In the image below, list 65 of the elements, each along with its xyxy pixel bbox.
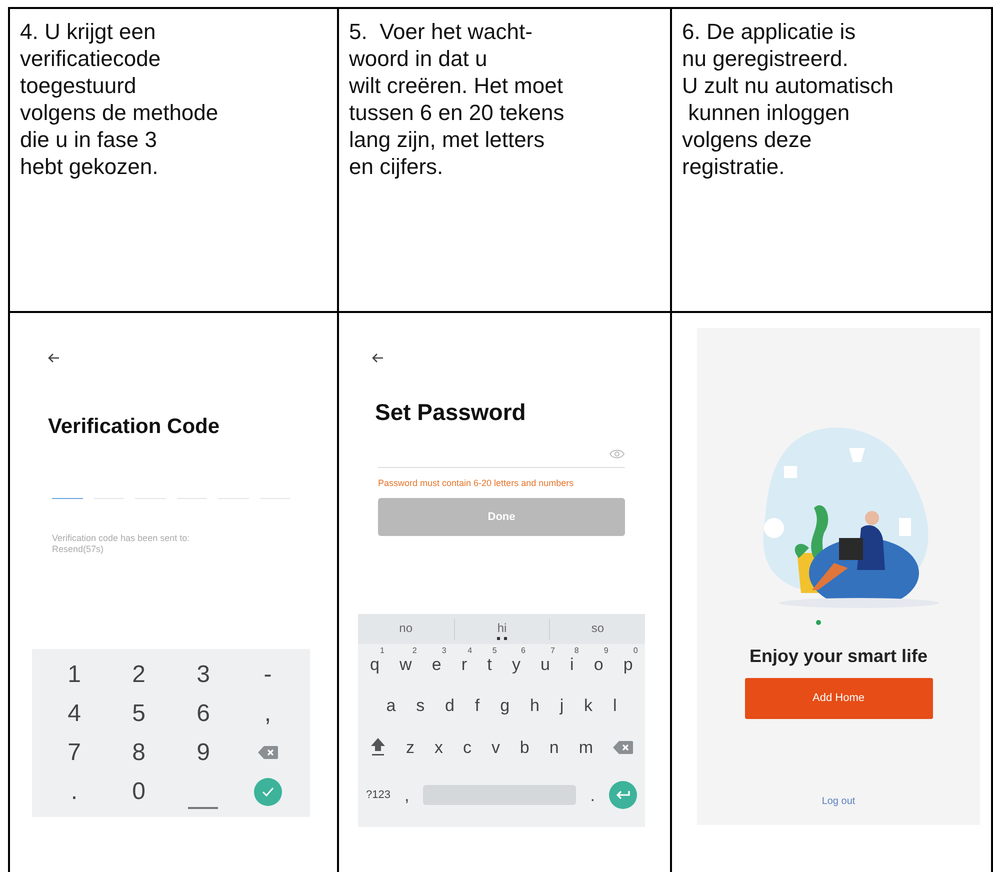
keypad-key[interactable]: 0 (132, 780, 146, 804)
key-hint: 9 (604, 646, 608, 655)
keyboard-key[interactable]: s (416, 696, 425, 714)
keyboard-key[interactable]: . (590, 786, 595, 804)
check-icon (262, 786, 274, 796)
key-hint: 1 (380, 646, 384, 655)
keyboard-key[interactable]: n (549, 738, 559, 756)
keypad-key[interactable]: 2 (132, 662, 146, 686)
backspace-icon[interactable] (612, 740, 633, 754)
step-description: 6. De applicatie is nu geregistreerd. U zult nu automatisch kunnen inloggen volgens deze registratie. (682, 18, 895, 180)
suggestion-item[interactable]: so (549, 618, 645, 640)
key-hint: 4 (468, 646, 472, 655)
key-hint: 0 (633, 646, 638, 655)
keyboard-key[interactable]: h (530, 696, 540, 714)
keyboard-key[interactable]: ?123 (366, 790, 390, 801)
keypad-key[interactable]: 5 (132, 702, 146, 726)
keyboard-key[interactable]: l (612, 696, 617, 714)
keypad-key[interactable]: 6 (196, 702, 210, 726)
key-hint: 8 (574, 646, 579, 655)
back-arrow-icon[interactable] (372, 353, 384, 363)
keyboard-key[interactable]: x (434, 738, 443, 756)
back-arrow-icon[interactable] (48, 353, 60, 363)
keypad-key[interactable]: - (264, 662, 272, 686)
step-description: 4. U krijgt een verificatiecode toegestuurd volgens de methode die u in fase 3 hebt gekozen. (20, 18, 220, 180)
log-out-link[interactable]: Log out (822, 794, 856, 809)
keyboard-key[interactable]: k (584, 696, 593, 714)
keyboard-key[interactable]: m (578, 738, 593, 756)
keypad-key[interactable]: 3 (196, 662, 210, 686)
keypad-key[interactable]: . (70, 780, 78, 804)
step-description: 5. Voer het wacht- woord in dat u wilt creëren. Het moet tussen 6 en 20 tekens lang zijn, met letters en cijfers. (349, 18, 566, 180)
keypad-key[interactable]: , (264, 702, 272, 726)
add-home-button[interactable]: Add Home (744, 678, 932, 719)
keyboard-key[interactable]: v (491, 738, 500, 756)
keyboard-key[interactable]: b (520, 738, 530, 756)
enter-button[interactable] (609, 781, 637, 810)
eye-icon[interactable] (609, 449, 625, 459)
screen-title: Set Password (374, 398, 527, 427)
backspace-icon[interactable] (258, 746, 278, 759)
suggestion-item[interactable]: hi (454, 618, 550, 640)
confirm-button[interactable] (254, 778, 282, 806)
keypad-key[interactable]: 9 (196, 740, 210, 764)
keypad-key[interactable]: 4 (68, 702, 81, 726)
keypad-key[interactable]: 7 (68, 740, 81, 764)
key-hint: 5 (492, 646, 497, 655)
keyboard-key[interactable]: g (500, 696, 510, 714)
code-sent-text: Verification code has been sent to: (52, 533, 191, 544)
keyboard-key[interactable]: d (445, 696, 454, 714)
suggestion-item[interactable]: no (358, 618, 454, 640)
keyboard-key[interactable]: a (386, 696, 396, 714)
key-hint: 2 (412, 646, 417, 655)
keyboard-key[interactable]: j (560, 696, 564, 714)
key-hint: 7 (550, 646, 555, 655)
key-hint: 6 (520, 646, 526, 655)
keypad-key[interactable]: 1 (68, 662, 81, 686)
keyboard-key[interactable]: z (406, 738, 414, 756)
keypad-key[interactable]: 8 (132, 740, 146, 764)
keyboard-key[interactable]: f (474, 696, 480, 714)
screen-title: Verification Code (47, 414, 221, 440)
shift-icon[interactable] (370, 737, 386, 758)
keyboard-key[interactable]: , (404, 786, 410, 804)
key-hint: 3 (442, 646, 446, 655)
keyboard-key[interactable]: c (462, 738, 472, 756)
error-message: Password must contain 6-20 letters and numbers (377, 476, 575, 490)
enter-icon (616, 790, 630, 800)
screen-title: Enjoy your smart life (749, 645, 928, 668)
